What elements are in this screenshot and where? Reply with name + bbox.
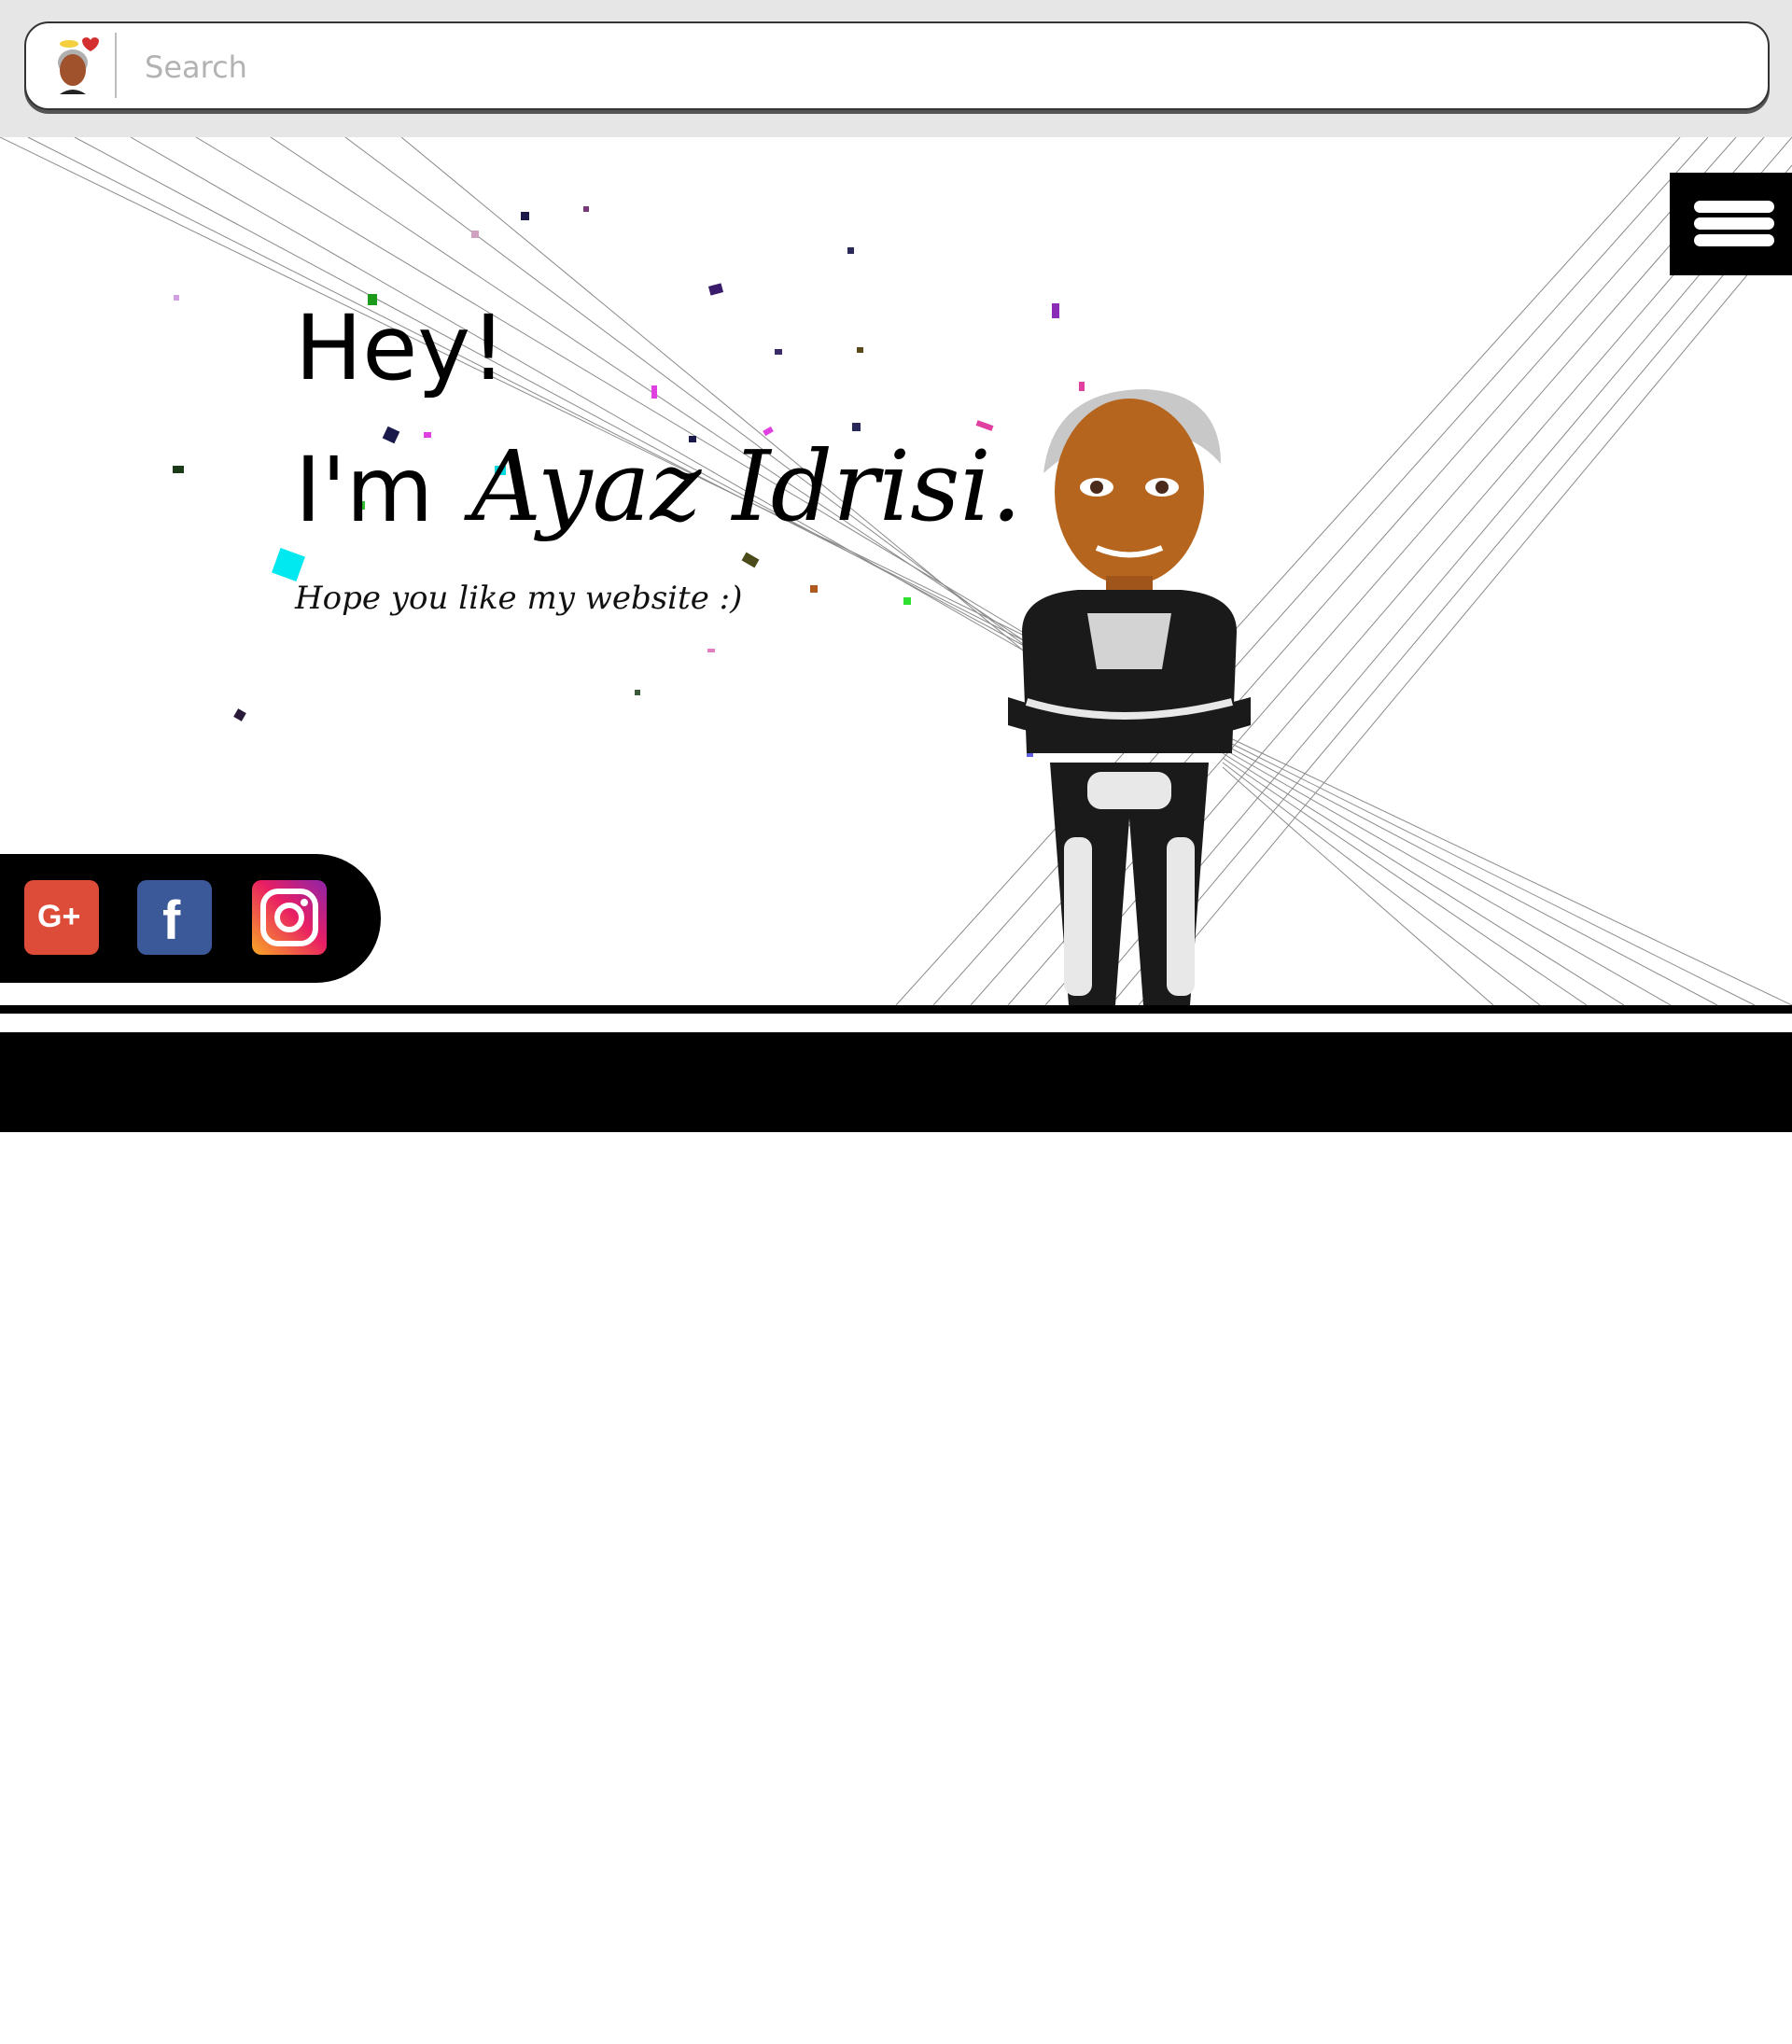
facebook-icon[interactable]: f [137, 880, 212, 955]
search-bar [24, 21, 1770, 110]
google-plus-icon[interactable]: G+ [24, 880, 99, 955]
bitmoji-avatar-icon[interactable] [47, 35, 103, 96]
menu-bar-top [1694, 201, 1774, 213]
owner-name: Ayaz Idrisi. [471, 429, 1022, 543]
footer-bar [0, 1032, 1792, 1132]
hero-section: Hey! I'm Ayaz Idrisi. Hope you like my w… [0, 137, 1792, 1005]
search-divider [115, 33, 117, 98]
menu-bar-middle [1694, 217, 1774, 230]
menu-bar-bottom [1694, 234, 1774, 246]
greeting-line-2: I'm [295, 438, 434, 542]
bitmoji-character-image [1008, 389, 1251, 1005]
hamburger-menu-button[interactable] [1670, 173, 1792, 275]
top-search-band [0, 0, 1792, 137]
tagline: Hope you like my website :) [295, 580, 743, 617]
instagram-glyph [260, 889, 318, 946]
hero-divider [0, 1005, 1792, 1014]
greeting-line-1: Hey! [295, 296, 507, 400]
social-links-bar: G+ f [0, 854, 381, 983]
instagram-icon[interactable] [252, 880, 327, 955]
search-input[interactable] [143, 40, 1733, 94]
